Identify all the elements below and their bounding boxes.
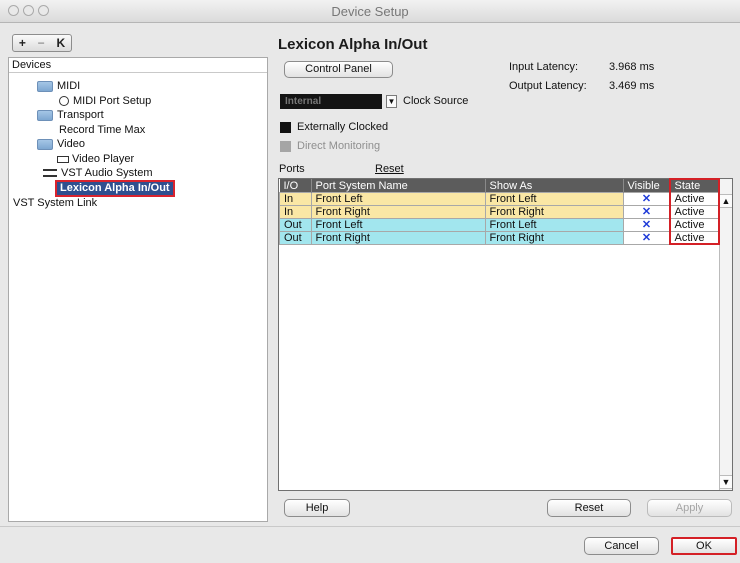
externally-clocked-checkbox[interactable] (280, 122, 291, 133)
control-panel-button[interactable]: Control Panel (284, 61, 393, 78)
state-column-highlight (669, 178, 720, 245)
tree-item-transport[interactable]: Transport (37, 109, 104, 122)
show-as-cell[interactable]: Front Right (484, 231, 624, 245)
ports-label: Ports (279, 163, 305, 175)
column-header-port-name[interactable]: Port System Name (311, 179, 486, 193)
folder-icon (37, 109, 53, 121)
ports-grid: I/O Port System Name Show As Visible Sta… (279, 179, 720, 245)
output-latency-value: 3.469 ms (609, 80, 655, 92)
tree-item-record-time-max[interactable]: Record Time Max (59, 124, 145, 137)
io-cell: In (279, 205, 312, 219)
port-name-cell: Front Right (310, 231, 486, 245)
direct-monitoring-label: Direct Monitoring (297, 140, 381, 152)
folder-icon (37, 138, 53, 150)
io-cell: In (279, 192, 312, 206)
port-name-cell: Front Right (310, 205, 486, 219)
clock-source-select[interactable]: Internal (280, 94, 382, 109)
io-cell: Out (279, 231, 312, 245)
device-title: Lexicon Alpha In/Out (278, 36, 428, 53)
tree-item-vst-system-link[interactable]: VST System Link (13, 197, 97, 210)
window-title: Device Setup (331, 4, 409, 19)
device-toolbar: + − K (12, 34, 72, 52)
visible-checkbox[interactable]: ✕ (622, 205, 671, 219)
visible-checkbox[interactable]: ✕ (622, 192, 671, 206)
column-header-visible[interactable]: Visible (623, 179, 671, 193)
tree-item-vst-audio-system[interactable]: VST Audio System (43, 167, 153, 180)
audio-icon (43, 169, 57, 178)
midi-port-icon (59, 96, 69, 107)
visible-checkbox[interactable]: ✕ (622, 218, 671, 232)
table-row[interactable]: In Front Right Front Right ✕ Active (279, 205, 720, 219)
column-header-show-as[interactable]: Show As (485, 179, 624, 193)
tree-item-midi[interactable]: MIDI (37, 80, 80, 93)
tree-item-video-player[interactable]: Video Player (57, 153, 134, 166)
table-row[interactable]: Out Front Right Front Right ✕ Active (279, 231, 720, 245)
table-row[interactable]: Out Front Left Front Left ✕ Active (279, 218, 720, 232)
externally-clocked-label: Externally Clocked (297, 121, 389, 133)
reset-device-button[interactable]: K (56, 36, 65, 50)
visible-checkbox[interactable]: ✕ (622, 231, 671, 245)
cancel-button[interactable]: Cancel (584, 537, 659, 555)
io-cell: Out (279, 218, 312, 232)
show-as-cell[interactable]: Front Left (484, 192, 624, 206)
direct-monitoring-checkbox[interactable] (280, 141, 291, 152)
ok-button[interactable]: OK (671, 537, 737, 555)
divider (0, 526, 740, 527)
show-as-cell[interactable]: Front Left (484, 218, 624, 232)
table-row[interactable]: In Front Left Front Left ✕ Active (279, 192, 720, 206)
tree-item-lexicon-alpha[interactable]: Lexicon Alpha In/Out (55, 180, 175, 197)
reset-ports-link[interactable]: Reset (375, 163, 404, 175)
column-header-io[interactable]: I/O (279, 179, 312, 193)
port-name-cell: Front Left (310, 192, 486, 206)
table-scrollbar[interactable]: ▲ ▼ (719, 179, 732, 490)
tree-item-midi-port-setup[interactable]: MIDI Port Setup (59, 95, 151, 108)
clock-source-label: Clock Source (403, 95, 469, 107)
chevron-down-icon[interactable]: ▼ (386, 95, 397, 108)
help-button[interactable]: Help (284, 499, 350, 517)
add-device-button[interactable]: + (19, 36, 26, 50)
port-name-cell: Front Left (310, 218, 486, 232)
output-latency-label: Output Latency: (509, 80, 587, 92)
ports-table: I/O Port System Name Show As Visible Sta… (278, 178, 733, 491)
scroll-down-icon[interactable]: ▼ (720, 475, 732, 489)
scroll-up-icon[interactable]: ▲ (720, 194, 732, 208)
input-latency-value: 3.968 ms (609, 61, 655, 73)
apply-button[interactable]: Apply (647, 499, 732, 517)
title-bar: Device Setup (0, 0, 740, 23)
reset-button[interactable]: Reset (547, 499, 631, 517)
tree-item-video[interactable]: Video (37, 138, 85, 151)
devices-panel: Devices MIDI MIDI Port Setup Transport R… (8, 57, 268, 522)
show-as-cell[interactable]: Front Right (484, 205, 624, 219)
remove-device-button[interactable]: − (38, 36, 45, 50)
video-icon (57, 155, 69, 163)
input-latency-label: Input Latency: (509, 61, 579, 73)
devices-header: Devices (9, 58, 267, 73)
folder-icon (37, 80, 53, 92)
